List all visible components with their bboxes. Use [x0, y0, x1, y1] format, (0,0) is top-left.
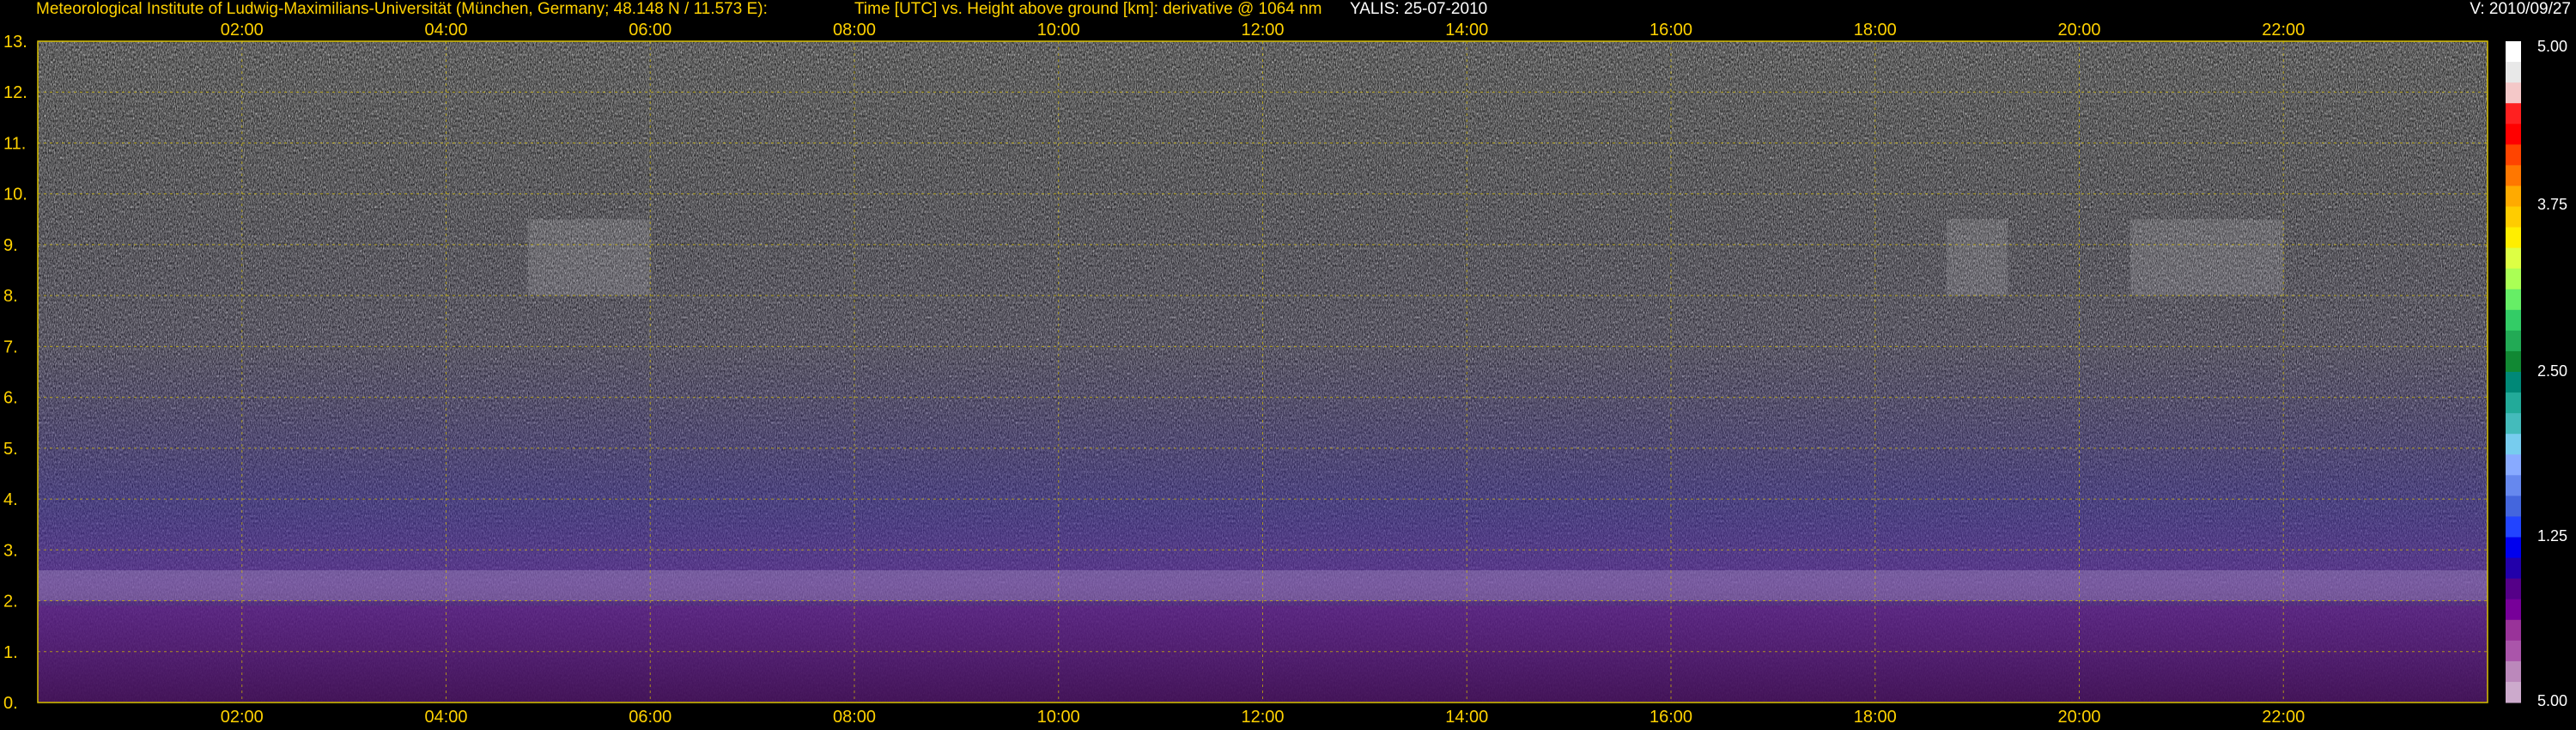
colorbar-swatch — [2506, 640, 2521, 662]
x-tick-label-bottom: 14:00 — [1445, 708, 1488, 727]
colorbar-swatch — [2506, 372, 2521, 393]
x-axis-bottom: 02:00 04:00 06:00 08:00 10:00 12:00 14:00 16:00… — [221, 708, 2306, 727]
colorbar-swatch — [2506, 681, 2521, 703]
x-tick-label-bottom: 20:00 — [2057, 708, 2100, 727]
colorbar-swatch — [2506, 475, 2521, 496]
x-tick-label-top: 20:00 — [2057, 21, 2100, 40]
colorbar-label: 1.25 — [2537, 527, 2567, 544]
colorbar-swatch — [2506, 268, 2521, 290]
colorbar-swatch — [2506, 82, 2521, 104]
x-tick-label-top: 04:00 — [424, 21, 467, 40]
colorbar-swatch — [2506, 309, 2521, 332]
colorbar-swatch — [2506, 62, 2521, 83]
colorbar-swatch — [2506, 557, 2521, 580]
y-tick-label: 8. — [3, 287, 18, 306]
colorbar-label: 5.00 — [2537, 692, 2567, 709]
colorbar-swatch — [2506, 537, 2521, 559]
colorbar-swatch — [2506, 103, 2521, 125]
x-tick-label-top: 14:00 — [1445, 21, 1488, 40]
x-tick-label-bottom: 08:00 — [833, 708, 876, 727]
colorbar-swatch — [2506, 413, 2521, 435]
colorbar-swatch — [2506, 227, 2521, 249]
y-tick-label: 10. — [3, 186, 27, 204]
colorbar-swatch — [2506, 144, 2521, 166]
colorbar: 5.00 3.75 2.50 1.25 5.00 — [2506, 38, 2567, 709]
colorbar-swatch — [2506, 434, 2521, 455]
y-tick-label: 13. — [3, 33, 27, 52]
x-tick-label-bottom: 02:00 — [221, 708, 264, 727]
colorbar-label: 5.00 — [2537, 38, 2567, 55]
colorbar-swatch — [2506, 619, 2521, 642]
x-tick-label-bottom: 22:00 — [2262, 708, 2305, 727]
x-tick-label-top: 02:00 — [221, 21, 264, 40]
x-tick-label-bottom: 04:00 — [424, 708, 467, 727]
colorbar-swatch — [2506, 578, 2521, 600]
colorbar-swatch — [2506, 350, 2521, 373]
y-tick-label: 11. — [3, 134, 26, 153]
y-tick-label: 0. — [3, 694, 18, 713]
y-tick-label: 1. — [3, 643, 18, 662]
x-tick-label-top: 10:00 — [1037, 21, 1080, 40]
x-tick-label-top: 06:00 — [629, 21, 671, 40]
colorbar-swatch — [2506, 330, 2521, 352]
colorbar-swatch — [2506, 392, 2521, 414]
colorbar-swatch — [2506, 41, 2521, 63]
y-tick-label: 5. — [3, 440, 18, 459]
x-tick-label-top: 16:00 — [1649, 21, 1692, 40]
cloud-patch — [1946, 219, 2008, 296]
colorbar-swatch — [2506, 165, 2521, 186]
colorbar-swatch — [2506, 496, 2521, 517]
x-tick-label-top: 12:00 — [1241, 21, 1284, 40]
colorbar-swatch — [2506, 186, 2521, 207]
colorbar-swatch — [2506, 454, 2521, 476]
colorbar-swatch — [2506, 516, 2521, 538]
colorbar-swatch — [2506, 206, 2521, 228]
colorbar-swatch — [2506, 124, 2521, 145]
colorbar-label: 2.50 — [2537, 362, 2567, 380]
y-tick-label: 4. — [3, 490, 18, 509]
cloud-patch — [527, 219, 651, 296]
x-axis-top: 02:00 04:00 06:00 08:00 10:00 12:00 14:00 16:00… — [221, 21, 2306, 40]
x-tick-label-bottom: 18:00 — [1854, 708, 1897, 727]
x-tick-label-top: 18:00 — [1854, 21, 1897, 40]
y-tick-label: 9. — [3, 236, 18, 255]
y-tick-label: 6. — [3, 389, 18, 408]
x-tick-label-bottom: 10:00 — [1037, 708, 1080, 727]
y-tick-label: 2. — [3, 593, 18, 611]
x-tick-label-bottom: 12:00 — [1241, 708, 1284, 727]
colorbar-swatch — [2506, 599, 2521, 621]
x-tick-label-bottom: 16:00 — [1649, 708, 1692, 727]
cloud-patch — [2129, 219, 2284, 296]
y-tick-label: 7. — [3, 338, 18, 356]
x-tick-label-top: 22:00 — [2262, 21, 2305, 40]
y-tick-label: 3. — [3, 541, 18, 560]
lidar-chart: 02:00 04:00 06:00 08:00 10:00 12:00 14:00 16:00… — [3, 21, 2567, 727]
colorbar-label: 3.75 — [2537, 196, 2567, 213]
y-axis: 0. 1. 2. 3. 4. 5. 6. 7. 8. 9. 10. 11. 12. 13. — [3, 33, 27, 713]
colorbar-swatch — [2506, 289, 2521, 311]
colorbar-swatch — [2506, 660, 2521, 683]
colorbar-swatch — [2506, 247, 2521, 270]
x-tick-label-top: 08:00 — [833, 21, 876, 40]
x-tick-label-bottom: 06:00 — [629, 708, 671, 727]
plot-area — [37, 40, 2488, 703]
y-tick-label: 12. — [3, 83, 27, 102]
